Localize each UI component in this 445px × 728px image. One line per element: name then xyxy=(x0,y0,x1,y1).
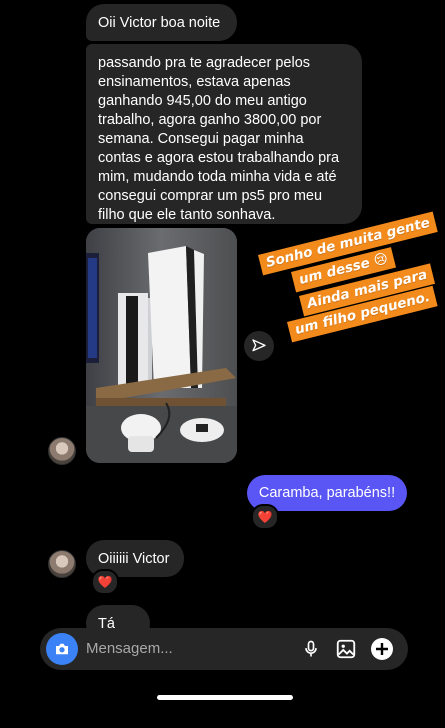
heart-reaction[interactable]: ❤️ xyxy=(91,569,119,595)
message-bubble[interactable]: passando pra te agradecer pelos ensiname… xyxy=(86,44,362,224)
microphone-button[interactable] xyxy=(299,637,323,661)
camera-icon xyxy=(56,643,68,655)
avatar[interactable] xyxy=(48,550,76,578)
avatar[interactable] xyxy=(48,437,76,465)
gallery-button[interactable] xyxy=(334,637,358,661)
message-input[interactable]: Mensagem... xyxy=(86,640,173,657)
send-icon xyxy=(252,339,266,352)
ps5-photo xyxy=(86,228,237,463)
heart-icon: ❤️ xyxy=(257,510,273,524)
gallery-icon xyxy=(336,639,356,659)
add-button[interactable] xyxy=(370,637,394,661)
message-composer: Mensagem... xyxy=(40,628,408,670)
heart-icon: ❤️ xyxy=(97,575,113,589)
share-button[interactable] xyxy=(244,331,274,361)
microphone-icon xyxy=(305,640,317,657)
photo-message[interactable] xyxy=(86,228,237,463)
camera-button[interactable] xyxy=(46,633,78,665)
heart-reaction[interactable]: ❤️ xyxy=(251,504,279,530)
plus-circle-icon xyxy=(371,638,393,660)
message-bubble[interactable]: Oii Victor boa noite xyxy=(86,4,237,41)
home-indicator[interactable] xyxy=(157,695,293,700)
